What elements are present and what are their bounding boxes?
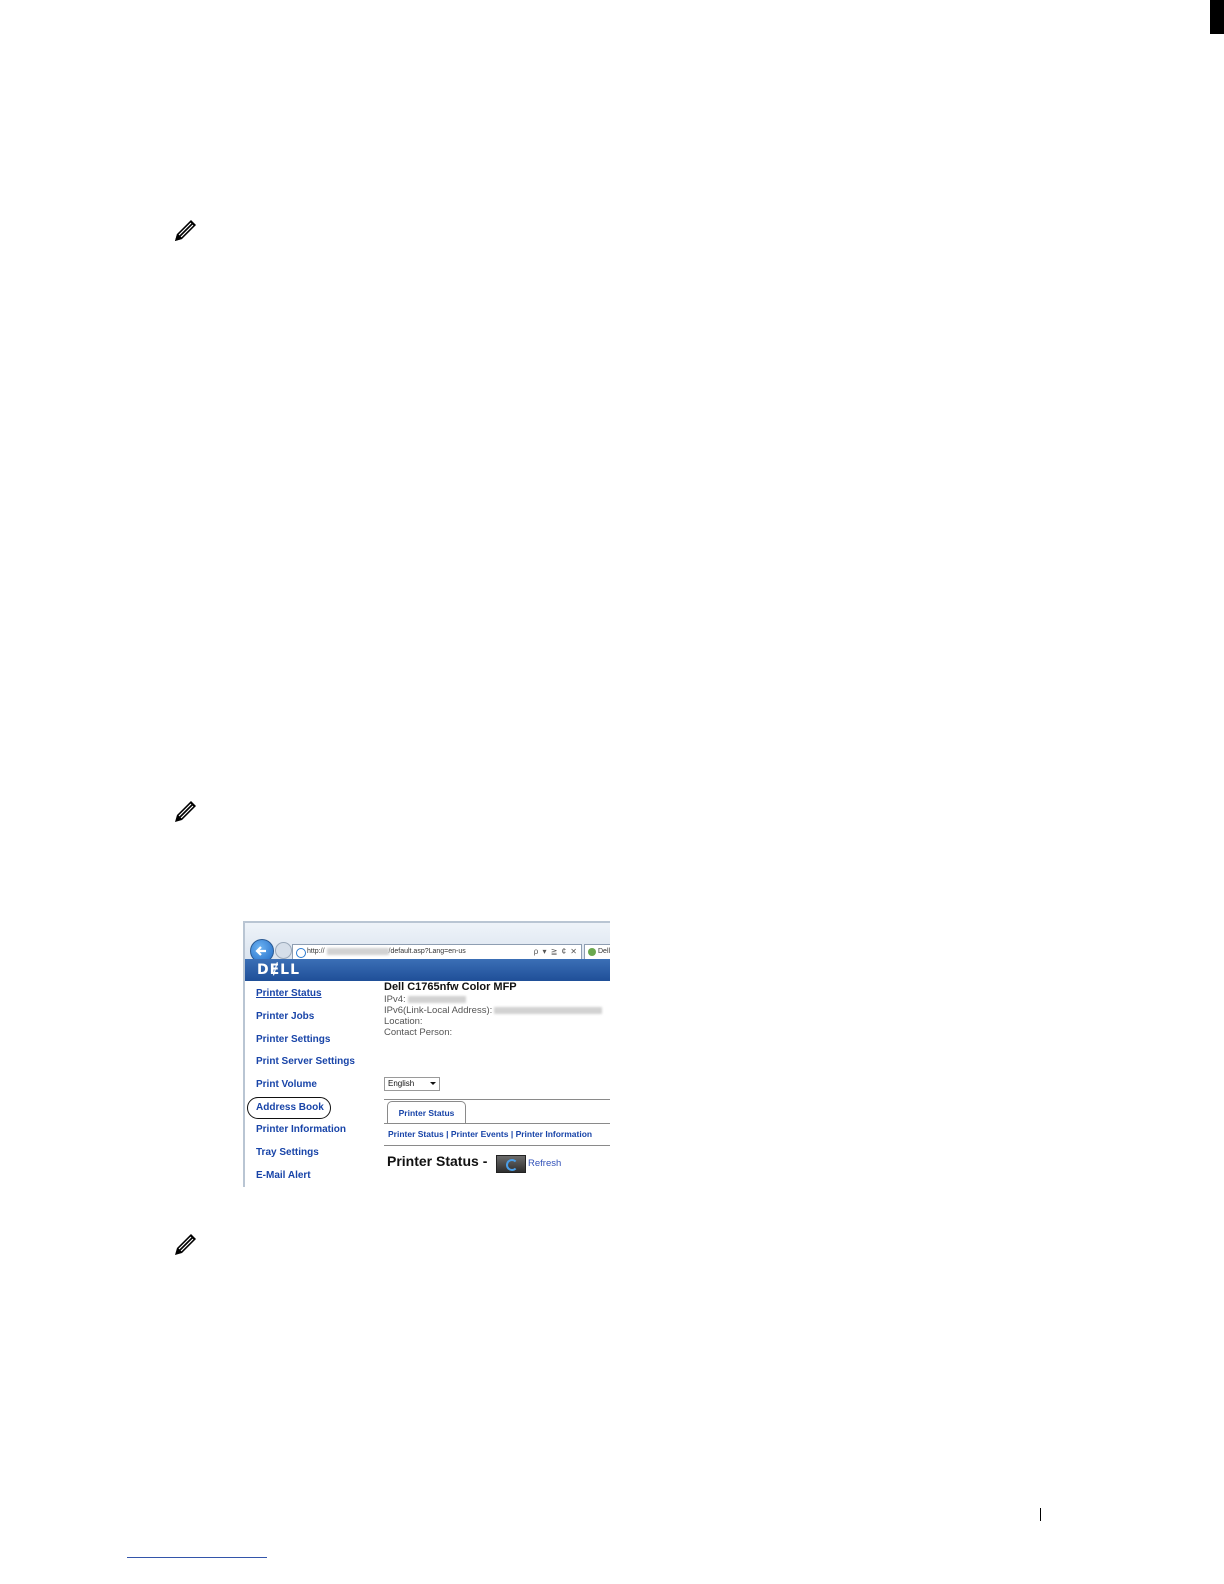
chapter-tab-marker <box>1210 0 1224 34</box>
language-selected: English <box>388 1079 415 1088</box>
refresh-link[interactable]: Refresh <box>528 1158 561 1169</box>
page-number-separator <box>1040 1508 1041 1521</box>
sidebar-item-print-server-settings[interactable]: Print Server Settings <box>256 1056 355 1067</box>
dell-favicon-icon <box>588 948 596 956</box>
address-bar[interactable]: http:///default.asp?Lang=en-us ρ ▾ ≧ ¢ ✕ <box>292 944 582 960</box>
embedded-web-tool-screenshot: http:///default.asp?Lang=en-us ρ ▾ ≧ ¢ ✕… <box>243 921 610 1187</box>
forward-arrow-icon[interactable] <box>275 942 292 959</box>
ipv6-row: IPv6(Link-Local Address): <box>384 1005 603 1016</box>
printer-model: Dell C1765nfw Color MFP <box>384 981 517 993</box>
refresh-button[interactable] <box>496 1155 526 1173</box>
note-pencil-icon <box>173 217 199 243</box>
address-url: http:///default.asp?Lang=en-us <box>307 947 466 955</box>
sub-navigation-links[interactable]: Printer Status | Printer Events | Printe… <box>388 1129 592 1139</box>
sidebar-item-printer-jobs[interactable]: Printer Jobs <box>256 1011 314 1022</box>
section-divider <box>384 1145 610 1146</box>
refresh-icon <box>506 1159 518 1171</box>
ie-logo-icon <box>296 948 306 958</box>
sidebar-item-print-volume[interactable]: Print Volume <box>256 1079 317 1090</box>
browser-tab-label: Dell <box>598 948 610 955</box>
ipv4-value-blurred <box>407 995 466 1003</box>
tab-content-line <box>384 1123 610 1124</box>
location-label: Location: <box>384 1016 423 1027</box>
ipv6-label: IPv6(Link-Local Address): <box>384 1005 493 1016</box>
ipv4-label: IPv4: <box>384 994 406 1005</box>
language-select[interactable]: English <box>384 1077 440 1091</box>
footer-link-rule <box>127 1557 267 1558</box>
sidebar-item-printer-information[interactable]: Printer Information <box>256 1124 346 1135</box>
note-pencil-icon <box>173 1231 199 1257</box>
page-title: Printer Status - <box>387 1153 488 1169</box>
sidebar-item-email-alert[interactable]: E-Mail Alert <box>256 1170 311 1181</box>
browser-tab[interactable]: Dell <box>584 944 610 959</box>
dell-header-bar: DɆLL <box>245 959 610 981</box>
sidebar-item-printer-status[interactable]: Printer Status <box>256 988 322 999</box>
sidebar-item-printer-settings[interactable]: Printer Settings <box>256 1034 330 1045</box>
browser-toolbar: http:///default.asp?Lang=en-us ρ ▾ ≧ ¢ ✕… <box>245 923 610 963</box>
ipv4-row: IPv4: <box>384 994 466 1005</box>
tab-strip-line <box>384 1099 610 1100</box>
sidebar-item-tray-settings[interactable]: Tray Settings <box>256 1147 319 1158</box>
note-pencil-icon <box>173 798 199 824</box>
address-tools-icons[interactable]: ρ ▾ ≧ ¢ ✕ <box>534 945 578 959</box>
tab-printer-status[interactable]: Printer Status <box>387 1101 466 1124</box>
ipv6-value-blurred <box>494 1006 603 1014</box>
highlight-circle <box>247 1097 331 1119</box>
dell-logo: DɆLL <box>257 962 301 978</box>
dropdown-arrow-icon <box>430 1082 436 1085</box>
contact-person-label: Contact Person: <box>384 1027 453 1038</box>
